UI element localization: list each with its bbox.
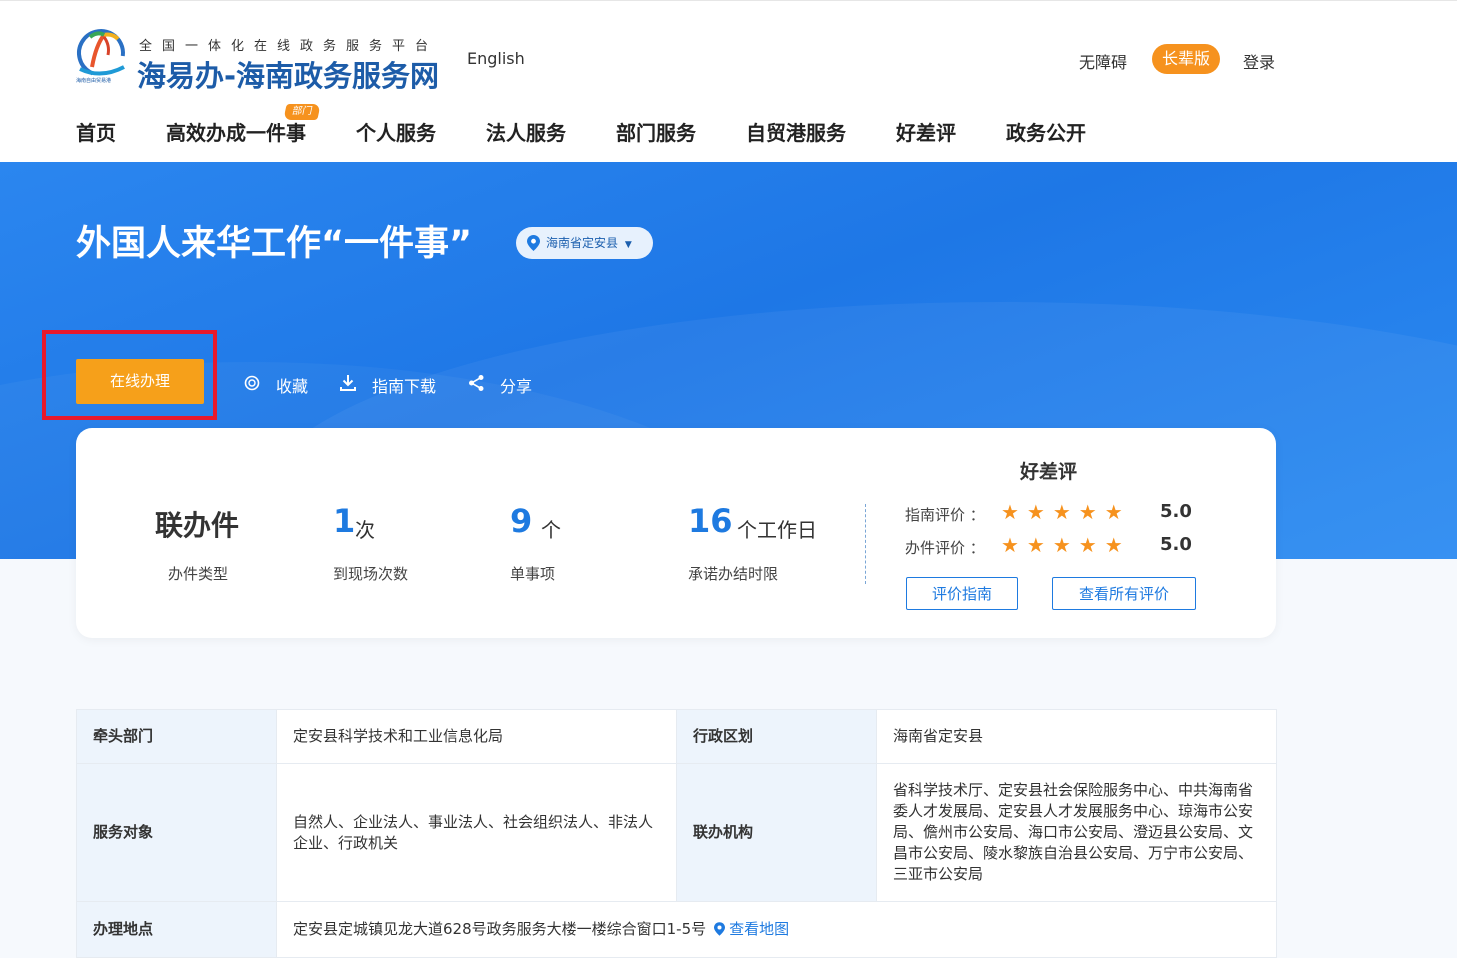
download-label: 指南下载 — [372, 377, 437, 396]
site-header: 海南自由贸易港 全国一体化在线政务服务平台 海易办-海南政务服务网 Englis… — [0, 0, 1457, 162]
service-target-value: 自然人、企业法人、事业法人、社会组织法人、非法人企业、行政机关 — [276, 763, 677, 902]
item-count-unit: 个 — [541, 518, 561, 542]
nav-hot-badge: 部门 — [283, 104, 321, 120]
nav-item-ftp[interactable]: 自贸港服务 — [746, 117, 846, 146]
location-cell: 定安县定城镇见龙大道628号政务服务大楼一楼综合窗口1-5号 查看地图 — [276, 901, 1277, 958]
visit-count-value: 1 — [333, 502, 356, 540]
view-all-ratings-button[interactable]: 查看所有评价 — [1052, 577, 1196, 610]
region-value: 海南省定安县 — [876, 709, 1277, 764]
item-count-value: 9 — [510, 502, 533, 540]
nav-item-legal-person[interactable]: 法人服务 — [486, 117, 566, 146]
service-target-key: 服务对象 — [76, 763, 277, 902]
region-key: 行政区划 — [676, 709, 877, 764]
table-row: 办理地点 定安县定城镇见龙大道628号政务服务大楼一楼综合窗口1-5号 查看地图 — [76, 901, 1277, 958]
login-link[interactable]: 登录 — [1243, 49, 1275, 73]
location-value: 定安县定城镇见龙大道628号政务服务大楼一楼综合窗口1-5号 — [293, 920, 707, 938]
guide-rating-score: 5.0 — [1160, 501, 1192, 522]
accessibility-link[interactable]: 无障碍 — [1079, 49, 1127, 73]
days-limit-value: 16 — [688, 502, 733, 540]
item-count-label: 单事项 — [510, 565, 556, 583]
region-label: 海南省定安县 — [546, 236, 619, 250]
rating-title: 好差评 — [1020, 461, 1078, 483]
map-pin-icon — [714, 922, 726, 936]
nav-item-gov-open[interactable]: 政务公开 — [1006, 117, 1086, 146]
handle-rating-stars: ★★★★★ — [1001, 533, 1131, 557]
table-row: 服务对象 自然人、企业法人、事业法人、社会组织法人、非法人企业、行政机关 联办机… — [76, 763, 1277, 902]
online-apply-button[interactable]: 在线办理 — [76, 359, 204, 404]
share-icon — [469, 375, 484, 391]
nav-item-home[interactable]: 首页 — [76, 117, 116, 146]
favorite-icon — [244, 375, 260, 391]
joint-agency-value: 省科学技术厅、定安县社会保险服务中心、中共海南省委人才发展局、定安县人才发展服务… — [876, 763, 1277, 902]
nav-item-rating[interactable]: 好差评 — [896, 117, 956, 146]
location-pin-icon — [527, 235, 540, 251]
site-title[interactable]: 海易办-海南政务服务网 — [137, 53, 439, 95]
joint-agency-key: 联办机构 — [676, 763, 877, 902]
page-title: 外国人来华工作“一件事” — [76, 224, 473, 264]
nav-item-one-thing[interactable]: 高效办成一件事 — [166, 117, 306, 146]
visit-count-unit: 次 — [355, 518, 375, 542]
days-limit-unit: 个工作日 — [737, 518, 817, 542]
card-divider — [865, 504, 866, 584]
handle-rating-label: 办件评价 ： — [905, 539, 985, 557]
share-label: 分享 — [500, 377, 533, 396]
lead-dept-key: 牵头部门 — [76, 709, 277, 764]
basic-info-table: 牵头部门 定安县科学技术和工业信息化局 行政区划 海南省定安县 服务对象 自然人… — [76, 709, 1277, 958]
english-link[interactable]: English — [467, 49, 525, 68]
view-map-link[interactable]: 查看地图 — [706, 920, 789, 938]
lead-dept-value: 定安县科学技术和工业信息化局 — [276, 709, 677, 764]
region-selector[interactable]: 海南省定安县 ▼ — [516, 227, 653, 259]
handle-rating-score: 5.0 — [1160, 534, 1192, 555]
handle-type-value: 联办件 — [155, 509, 240, 542]
handle-type-label: 办件类型 — [168, 565, 229, 583]
nav-item-department[interactable]: 部门服务 — [616, 117, 696, 146]
visit-count-label: 到现场次数 — [333, 565, 409, 583]
summary-card: 联办件 办件类型 1 次 到现场次数 9 个 单事项 16 个工作日 承诺办结时… — [76, 428, 1276, 638]
elder-mode-button[interactable]: 长辈版 — [1152, 44, 1220, 74]
location-key: 办理地点 — [76, 901, 277, 958]
rate-guide-button[interactable]: 评价指南 — [906, 577, 1018, 610]
nav-item-personal[interactable]: 个人服务 — [356, 117, 436, 146]
logo-caption: 海南自由贸易港 — [76, 78, 112, 84]
platform-slogan: 全国一体化在线政务服务平台 — [139, 39, 439, 54]
guide-rating-stars: ★★★★★ — [1001, 500, 1131, 524]
favorite-label: 收藏 — [276, 377, 309, 396]
days-limit-label: 承诺办结时限 — [688, 565, 779, 583]
caret-down-icon: ▼ — [624, 240, 632, 250]
table-row: 牵头部门 定安县科学技术和工业信息化局 行政区划 海南省定安县 — [76, 709, 1277, 764]
guide-rating-label: 指南评价 ： — [905, 506, 985, 524]
view-map-label: 查看地图 — [729, 920, 790, 938]
download-icon — [340, 375, 356, 391]
